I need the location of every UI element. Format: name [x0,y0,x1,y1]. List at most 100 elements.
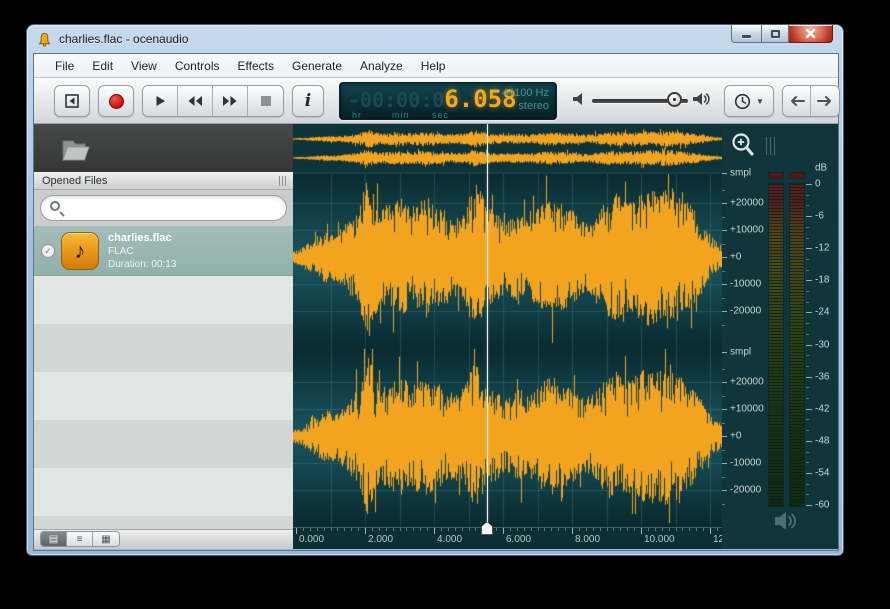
detail-view-button[interactable]: ▤ [41,532,67,546]
search-input[interactable] [40,195,287,221]
db-tick-minor [806,270,809,271]
amplitude-tick [722,173,727,174]
panel-grip-icon[interactable] [279,176,287,186]
audio-file-icon: ♪ [61,232,99,270]
grid-view-button[interactable]: ▦ [93,532,119,546]
waveform-main[interactable] [293,174,722,527]
time-tick-minor [682,528,683,531]
fast-forward-button[interactable] [213,86,248,116]
clock-icon [734,93,751,110]
record-icon [109,94,124,109]
time-digits: -00:00:06.058 [348,85,517,113]
time-ruler[interactable]: 0.0002.0004.0006.0008.00010.00012.000 [293,527,722,549]
maximize-icon [771,30,780,38]
menu-help[interactable]: Help [412,56,455,76]
time-tick-minor [669,528,670,531]
maximize-button[interactable] [761,25,789,43]
min-label: min [392,110,410,120]
volume-down-icon[interactable] [572,91,586,107]
time-tick-minor [441,528,442,531]
menu-analyze[interactable]: Analyze [351,56,412,76]
minimize-icon [742,35,751,38]
search-icon [50,201,60,211]
list-view-button[interactable]: ≡ [67,532,93,546]
time-tick-major [572,528,573,534]
file-list-item[interactable]: ✓ ♪ charlies.flac FLAC Duration: 00:13 [34,226,293,276]
time-tick-minor [317,528,318,531]
time-tick-minor [331,528,332,531]
time-tick-minor [448,528,449,531]
time-tick-minor [337,528,338,531]
menu-edit[interactable]: Edit [83,56,122,76]
opened-files-tab[interactable] [56,129,96,169]
stop-button[interactable] [248,86,283,116]
panel-header[interactable]: Opened Files [34,172,293,190]
db-tick [806,409,812,410]
db-tick [806,184,812,185]
db-unit-label: dB [815,163,827,174]
time-tick-minor [427,528,428,531]
go-to-start-button[interactable] [54,85,90,117]
menu-file[interactable]: File [46,56,83,76]
db-tick-minor [806,291,809,292]
close-button[interactable] [789,25,833,43]
time-tick-major [296,528,297,534]
amplitude-tick-minor [722,477,725,478]
minimize-button[interactable] [731,25,761,43]
menu-controls[interactable]: Controls [166,56,229,76]
volume-up-icon[interactable] [692,91,712,107]
time-tick-minor [372,528,373,531]
menu-effects[interactable]: Effects [229,56,283,76]
time-tick-minor [393,528,394,531]
time-tick-minor [662,528,663,531]
amplitude-label: -10000 [730,279,761,290]
menu-view[interactable]: View [122,56,166,76]
rewind-button[interactable] [178,86,213,116]
time-tick-minor [310,528,311,531]
time-dim-digits: -00:00:0 [348,88,444,112]
time-tick-minor [413,528,414,531]
file-duration: Duration: 00:13 [108,259,176,270]
transport-group [142,85,284,117]
sample-rate: 44100 Hz [502,87,549,100]
amplitude-tick-minor [722,271,725,272]
amplitude-tick-minor [722,369,725,370]
time-label: 8.000 [575,534,600,545]
menu-generate[interactable]: Generate [283,56,351,76]
time-tick-minor [703,528,704,531]
db-tick-minor [806,302,809,303]
time-tick-minor [558,528,559,531]
volume-slider-knob[interactable] [667,92,682,107]
screen: charlies.flac - ocenaudio FileEditViewCo… [0,0,890,609]
hr-label: hr [352,110,362,120]
app-window: charlies.flac - ocenaudio FileEditViewCo… [26,24,844,556]
play-button[interactable] [143,86,178,116]
time-tick-minor [496,528,497,531]
amplitude-tick-minor [722,190,725,191]
db-tick [806,441,812,442]
time-tick-major [641,528,642,534]
amplitude-tick [722,284,727,285]
waveform-overview[interactable] [293,124,722,174]
file-list[interactable]: ✓ ♪ charlies.flac FLAC Duration: 00:13 [34,226,293,529]
amplitude-tick-minor [722,423,725,424]
navigate-forward-button[interactable] [811,86,839,116]
time-tick-minor [696,528,697,531]
waveform-editor[interactable]: 0.0002.0004.0006.0008.00010.00012.000 [293,124,722,549]
db-label: -30 [815,339,829,350]
time-tick-minor [324,528,325,531]
monitor-speaker-icon[interactable] [774,510,800,532]
navigate-back-button[interactable] [783,86,811,116]
time-tick-major [503,528,504,534]
info-button[interactable]: i [292,85,324,117]
sec-label: sec [432,110,449,120]
db-label: -36 [815,371,829,382]
panel-grip-icon[interactable] [766,137,776,155]
time-tick-major [710,528,711,534]
db-tick-minor [806,355,809,356]
title-bar[interactable]: charlies.flac - ocenaudio [27,25,843,53]
record-button[interactable] [98,85,134,117]
zoom-in-icon[interactable] [730,132,756,160]
time-tick-minor [676,528,677,531]
time-format-button[interactable]: ▼ [724,85,774,117]
